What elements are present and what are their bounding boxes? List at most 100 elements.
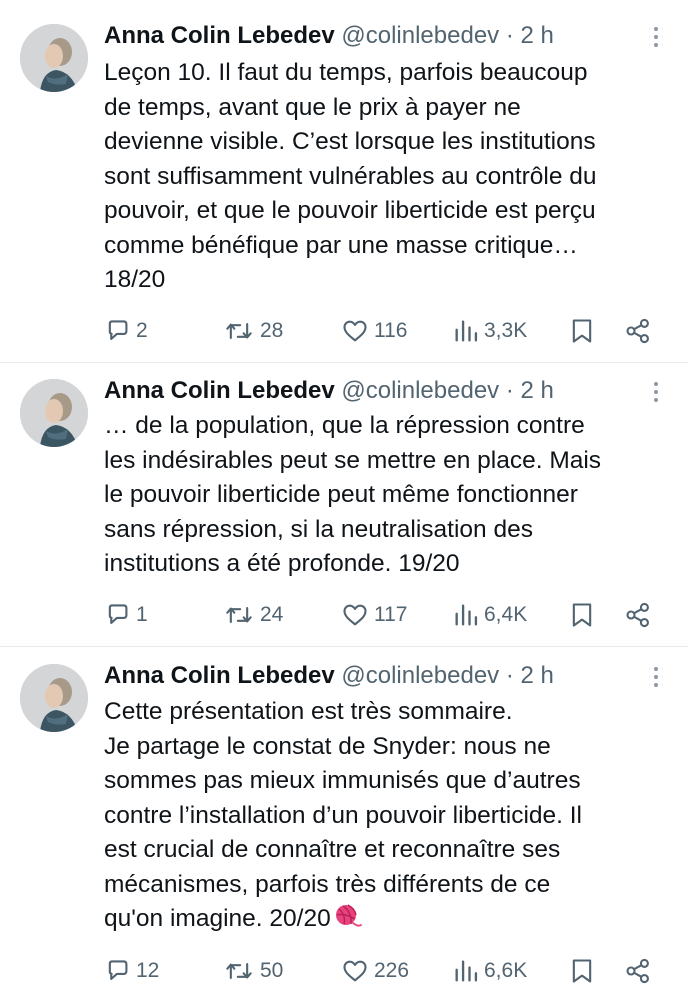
share-icon — [626, 602, 649, 628]
text-line: de temps, avant que le prix à payer ne — [104, 93, 521, 121]
tweet-18[interactable]: Anna Colin Lebedev @colinlebedev · 2 h L… — [0, 0, 688, 362]
repost-icon — [226, 606, 252, 624]
repost-icon — [226, 962, 252, 980]
views-count: 3,3K — [484, 319, 528, 342]
tweet-text: Leçon 10. Il faut du temps, parfois beau… — [104, 56, 660, 298]
views-button[interactable]: 6,6K — [452, 953, 527, 989]
avatar[interactable] — [20, 379, 88, 447]
author-name[interactable]: Anna Colin Lebedev — [104, 662, 335, 689]
separator-dot: · — [505, 662, 514, 689]
author-name[interactable]: Anna Colin Lebedev — [104, 22, 335, 49]
like-count: 226 — [374, 959, 410, 982]
author-name[interactable]: Anna Colin Lebedev — [104, 377, 335, 404]
yarn-ball-emoji — [335, 904, 362, 927]
like-count: 116 — [374, 319, 408, 342]
bookmark-button[interactable] — [570, 953, 594, 989]
reply-button[interactable]: 2 — [104, 313, 148, 349]
more-icon[interactable] — [650, 662, 662, 692]
reply-count: 12 — [136, 959, 160, 982]
text-line: Leçon 10. Il faut du temps, parfois beau… — [104, 59, 588, 86]
avatar[interactable] — [20, 24, 88, 92]
tweet-text: … de la population, que la répression co… — [104, 409, 660, 582]
text-line: pouvoir, et que le pouvoir liberticide e… — [104, 197, 596, 224]
reply-button[interactable]: 12 — [104, 953, 159, 989]
like-button[interactable]: 116 — [340, 313, 407, 349]
like-button[interactable]: 226 — [340, 953, 409, 989]
share-button[interactable] — [624, 597, 652, 633]
text-line: devienne visible. C’est lorsque les inst… — [104, 128, 596, 155]
text-line: les indésirables peut se mettre en place… — [104, 446, 602, 474]
repost-button[interactable]: 50 — [222, 953, 283, 989]
text-line: Je partage le constat de Snyder: nous ne — [104, 732, 551, 760]
separator-dot: · — [505, 377, 514, 404]
bookmark-icon — [572, 319, 592, 343]
action-bar: 2 28 116 3,3K — [104, 313, 664, 349]
author-handle[interactable]: @colinlebedev — [341, 662, 499, 689]
timestamp[interactable]: 2 h — [521, 22, 554, 49]
tweet-19[interactable]: Anna Colin Lebedev @colinlebedev · 2 h …… — [0, 363, 688, 646]
views-button[interactable]: 3,3K — [452, 313, 527, 349]
action-bar: 1 24 117 6,4K — [104, 597, 664, 633]
separator-dot: · — [505, 22, 514, 49]
text-line: sont suffisamment vulnérables au contrôl… — [104, 162, 597, 190]
reply-count: 1 — [136, 603, 148, 626]
heart-icon — [343, 320, 367, 342]
author-handle[interactable]: @colinlebedev — [341, 22, 499, 49]
text-line: sans répression, si la neutralisation de… — [104, 515, 533, 543]
text-line: comme bénéfique par une masse critique… — [104, 231, 578, 259]
repost-button[interactable]: 24 — [222, 597, 283, 633]
bookmark-icon — [572, 603, 592, 627]
timestamp[interactable]: 2 h — [521, 377, 554, 404]
tweet-header: Anna Colin Lebedev @colinlebedev · 2 h — [104, 18, 662, 54]
bookmark-button[interactable] — [570, 313, 594, 349]
text-line: … de la population, que la répression co… — [104, 412, 585, 439]
text-line: mécanismes, parfois très différents de c… — [104, 870, 551, 898]
tweet-header: Anna Colin Lebedev @colinlebedev · 2 h — [104, 373, 662, 409]
text-line: est crucial de connaître et reconnaître … — [104, 836, 561, 863]
share-icon — [626, 958, 649, 984]
heart-icon — [343, 960, 367, 982]
repost-icon — [226, 322, 252, 340]
action-bar: 12 50 226 6,6K — [104, 953, 664, 989]
share-button[interactable] — [624, 953, 652, 989]
text-line: sommes pas mieux immunisés que d’autres — [104, 767, 581, 794]
views-icon — [455, 604, 478, 626]
avatar[interactable] — [20, 664, 88, 732]
more-icon[interactable] — [650, 22, 662, 52]
views-button[interactable]: 6,4K — [452, 597, 527, 633]
repost-count: 28 — [260, 319, 284, 342]
tweet-header: Anna Colin Lebedev @colinlebedev · 2 h — [104, 658, 662, 694]
reply-count: 2 — [136, 319, 148, 342]
heart-icon — [343, 604, 367, 626]
reply-button[interactable]: 1 — [104, 597, 148, 633]
reply-icon — [108, 320, 128, 340]
repost-count: 24 — [260, 603, 284, 626]
repost-button[interactable]: 28 — [222, 313, 283, 349]
text-line: le pouvoir liberticide peut même fonctio… — [104, 481, 578, 508]
more-icon[interactable] — [650, 377, 662, 407]
text-line: contre l’installation d’un pouvoir liber… — [104, 801, 583, 829]
text-line: qu'on imagine. 20/20 — [104, 905, 331, 932]
text-line: 18/20 — [104, 266, 166, 293]
bookmark-icon — [572, 959, 592, 983]
bookmark-button[interactable] — [570, 597, 594, 633]
tweet-text: Cette présentation est très sommaire. Je… — [104, 695, 660, 937]
share-icon — [626, 318, 649, 344]
repost-count: 50 — [260, 959, 284, 982]
views-count: 6,4K — [484, 603, 528, 626]
author-handle[interactable]: @colinlebedev — [341, 377, 499, 404]
text-line: institutions a été profonde. 19/20 — [104, 550, 460, 577]
text-line-with-emoji: qu'on imagine. 20/20 — [104, 902, 660, 937]
views-icon — [455, 960, 478, 982]
timestamp[interactable]: 2 h — [521, 662, 554, 689]
views-count: 6,6K — [484, 959, 528, 982]
tweet-feed: Anna Colin Lebedev @colinlebedev · 2 h L… — [0, 0, 688, 1000]
views-icon — [455, 320, 478, 342]
like-button[interactable]: 117 — [340, 597, 407, 633]
reply-icon — [108, 960, 128, 980]
like-count: 117 — [374, 603, 408, 626]
share-button[interactable] — [624, 313, 652, 349]
text-line: Cette présentation est très sommaire. — [104, 698, 513, 725]
reply-icon — [108, 604, 128, 624]
tweet-20[interactable]: Anna Colin Lebedev @colinlebedev · 2 h C… — [0, 647, 688, 1000]
